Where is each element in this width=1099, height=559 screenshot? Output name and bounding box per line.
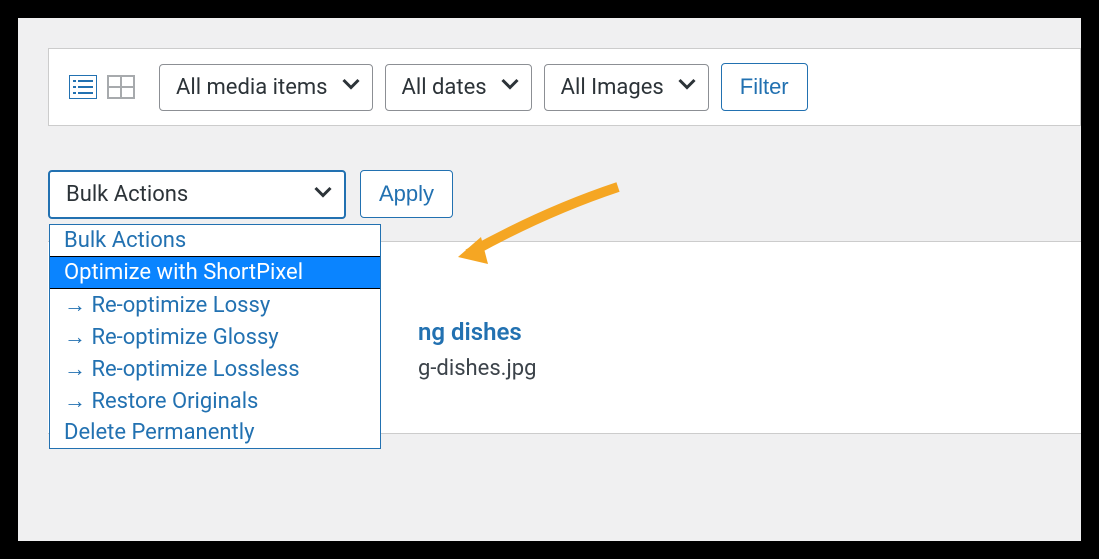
view-switcher [67, 73, 137, 101]
bulk-option-shortpixel[interactable]: Optimize with ShortPixel [50, 256, 380, 289]
image-filter-label: All Images [561, 75, 664, 100]
bulk-option[interactable]: → Restore Originals [50, 385, 380, 417]
image-filter[interactable]: All Images [544, 64, 709, 111]
grid-icon [107, 75, 135, 99]
media-library-frame: All media items All dates All Images Fil… [18, 18, 1081, 541]
list-icon [69, 75, 97, 99]
bulk-actions-label: Bulk Actions [66, 182, 188, 207]
bulk-option[interactable]: → Re-optimize Glossy [50, 321, 380, 353]
date-filter-label: All dates [402, 75, 487, 100]
date-filter[interactable]: All dates [385, 64, 532, 111]
media-item-filename: g-dishes.jpg [418, 356, 1081, 381]
bulk-option[interactable]: → Re-optimize Lossless [50, 353, 380, 385]
bulk-option[interactable]: → Re-optimize Lossy [50, 289, 380, 321]
media-type-filter[interactable]: All media items [159, 64, 373, 111]
bulk-actions-row: Bulk Actions Bulk Actions Optimize with … [48, 170, 1081, 219]
bulk-actions-select[interactable]: Bulk Actions Bulk Actions Optimize with … [48, 170, 346, 219]
chevron-down-icon [314, 182, 332, 207]
chevron-down-icon [678, 75, 696, 100]
chevron-down-icon [501, 75, 519, 100]
media-type-label: All media items [176, 75, 328, 100]
media-toolbar: All media items All dates All Images Fil… [48, 48, 1081, 126]
list-view-button[interactable] [67, 73, 99, 101]
apply-button[interactable]: Apply [360, 170, 453, 218]
bulk-option[interactable]: Delete Permanently [50, 417, 380, 448]
chevron-down-icon [342, 75, 360, 100]
bulk-actions-dropdown: Bulk Actions Optimize with ShortPixel → … [49, 224, 381, 449]
media-item-title[interactable]: ng dishes [418, 318, 1081, 346]
filter-button[interactable]: Filter [721, 63, 808, 111]
bulk-option[interactable]: Bulk Actions [50, 225, 380, 256]
grid-view-button[interactable] [105, 73, 137, 101]
